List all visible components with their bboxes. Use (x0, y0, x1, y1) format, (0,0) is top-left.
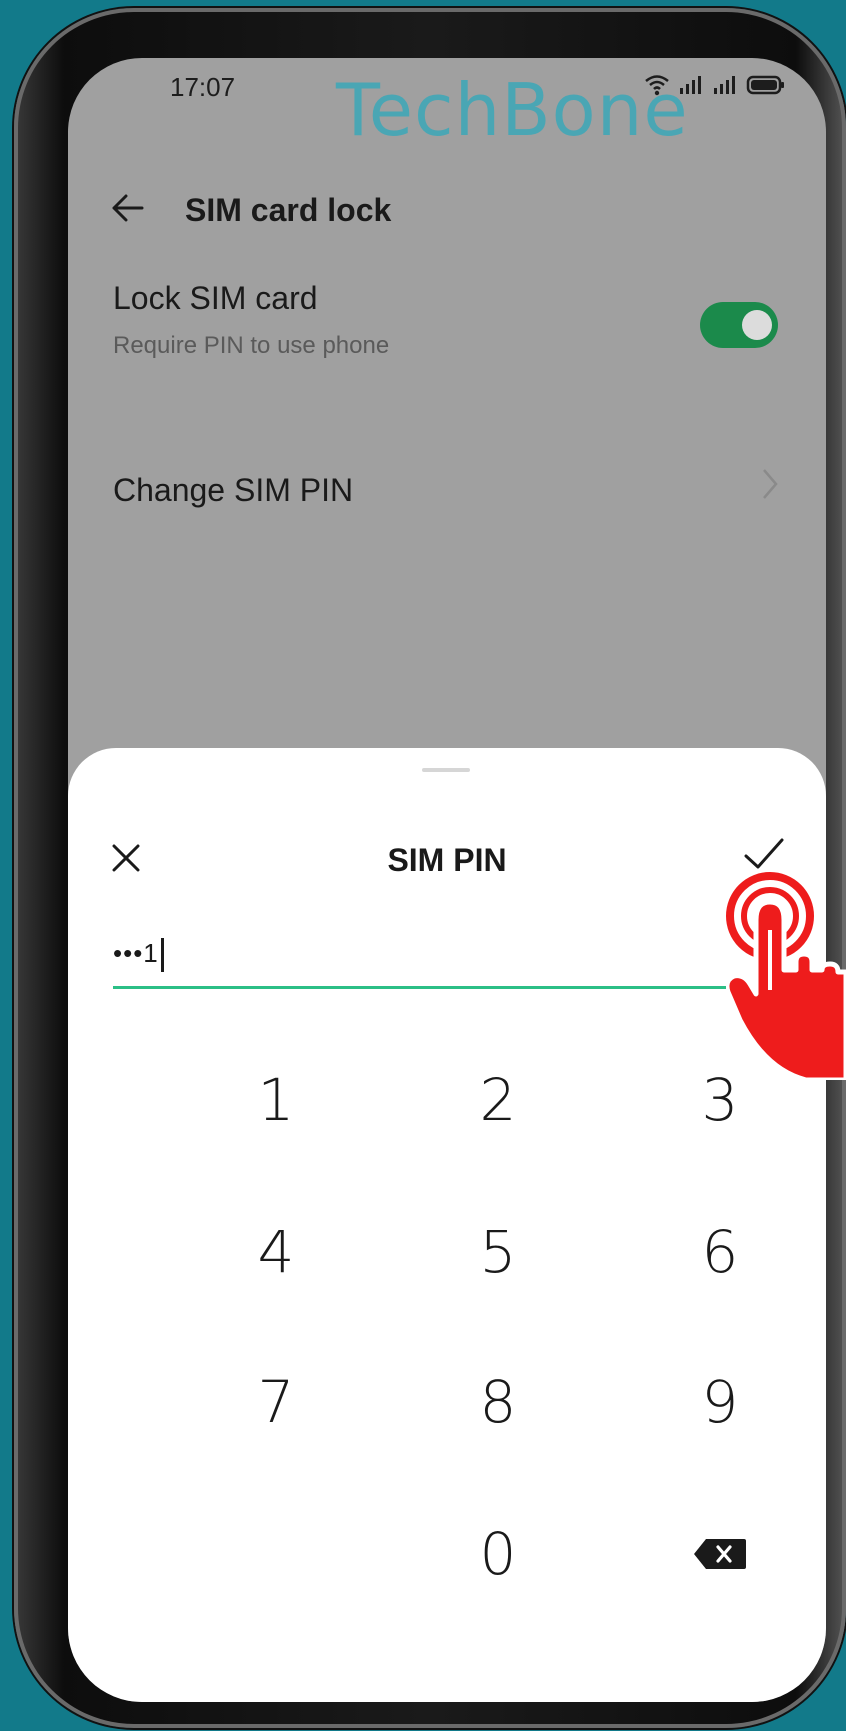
change-sim-pin-title: Change SIM PIN (113, 472, 354, 508)
signal-icon (680, 76, 701, 94)
pin-text: •••1 (113, 938, 159, 968)
key-7[interactable]: 7 (176, 1342, 376, 1462)
pin-value: •••1 (113, 938, 164, 973)
status-time: 17:07 (170, 72, 236, 102)
backspace-key[interactable] (620, 1494, 820, 1614)
phone-frame: 17:07 TechBone SIM card lock Lock SIM ca… (14, 8, 846, 1728)
backspace-icon (694, 1539, 746, 1569)
lock-sim-toggle[interactable] (700, 302, 778, 348)
key-6[interactable]: 6 (620, 1192, 820, 1312)
back-arrow-icon[interactable] (108, 188, 148, 228)
key-8[interactable]: 8 (398, 1342, 598, 1462)
chevron-right-icon (763, 469, 778, 499)
key-9[interactable]: 9 (620, 1342, 820, 1462)
app-bar: SIM card lock (68, 168, 826, 248)
toggle-knob (742, 310, 772, 340)
sheet-header: SIM PIN (68, 818, 826, 898)
tap-hand-icon (726, 872, 846, 1080)
battery-icon (746, 75, 784, 95)
sim-pin-input[interactable]: •••1 (113, 926, 739, 989)
watermark: TechBone (336, 68, 689, 152)
change-sim-pin-row[interactable]: Change SIM PIN (68, 456, 826, 536)
status-bar: 17:07 TechBone (68, 58, 826, 152)
key-5[interactable]: 5 (398, 1192, 598, 1312)
page-title: SIM card lock (185, 192, 392, 228)
sheet-title: SIM PIN (387, 842, 507, 878)
key-1[interactable]: 1 (176, 1040, 376, 1160)
lock-sim-card-subtitle: Require PIN to use phone (113, 332, 390, 359)
check-icon[interactable] (742, 834, 786, 874)
lock-sim-card-title: Lock SIM card (113, 280, 318, 316)
key-4[interactable]: 4 (176, 1192, 376, 1312)
status-icons (644, 74, 786, 96)
lock-sim-card-row[interactable]: Lock SIM card Require PIN to use phone (68, 280, 826, 390)
wifi-icon (645, 75, 669, 96)
text-caret (160, 938, 164, 973)
sheet-handle[interactable] (422, 768, 470, 772)
key-2[interactable]: 2 (398, 1040, 598, 1160)
sim-pin-sheet: SIM PIN •••1 1 2 3 4 5 6 7 8 9 0 (68, 748, 826, 1702)
screen: 17:07 TechBone SIM card lock Lock SIM ca… (68, 58, 826, 1702)
key-0[interactable]: 0 (398, 1494, 598, 1614)
signal-icon (714, 76, 735, 94)
